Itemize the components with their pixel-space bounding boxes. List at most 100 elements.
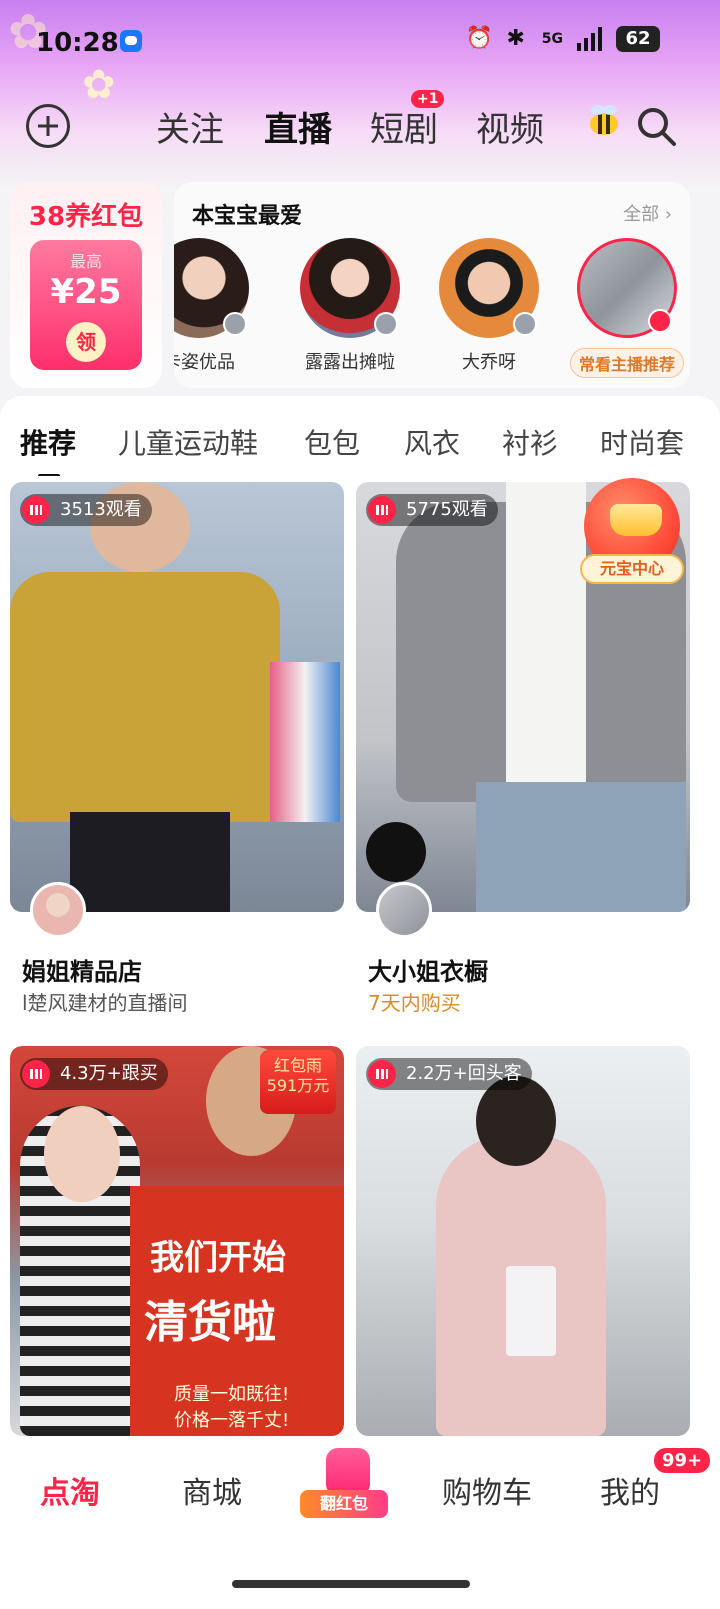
live-card[interactable]: 我们开始 清货啦 质量一如既往! 价格一落千丈! 红包雨 591万元 4.3万+… bbox=[10, 1046, 344, 1436]
category-tab[interactable]: 风衣 bbox=[404, 422, 460, 462]
thumbnail-bag bbox=[506, 1266, 556, 1356]
promo-claim-button[interactable]: 领 bbox=[66, 322, 106, 362]
viewer-count: 4.3万+跟买 bbox=[60, 1063, 158, 1084]
red-packet-amount: 591万元 bbox=[266, 1076, 330, 1095]
tab-live[interactable]: 直播 bbox=[264, 102, 332, 151]
status-bar: 10:28 ⏰ ✱ 5G 62 bbox=[0, 0, 720, 80]
favorite-streamer[interactable]: 露露出摊啦 bbox=[285, 238, 415, 378]
ingot-shape bbox=[610, 504, 662, 536]
category-tab[interactable]: 衬衫 bbox=[502, 422, 558, 462]
thumbnail-figure bbox=[44, 1106, 120, 1202]
thumbnail-clothes-rack bbox=[270, 662, 340, 822]
favorite-streamer[interactable]: 大乔呀 bbox=[424, 238, 554, 378]
flip-red-packet-button[interactable]: 翻红包 bbox=[300, 1442, 388, 1526]
category-active-indicator bbox=[38, 474, 60, 476]
replay-icon bbox=[513, 312, 537, 336]
avatar bbox=[300, 238, 400, 338]
live-icon bbox=[22, 496, 50, 524]
category-tabs: 推荐 儿童运动鞋 包包 风衣 衬衫 时尚套 bbox=[0, 416, 720, 476]
favorite-name: 露露出摊啦 bbox=[305, 352, 395, 373]
tab-me[interactable]: 我的 bbox=[600, 1468, 660, 1512]
live-thumbnail: 2.2万+回头客 bbox=[356, 1046, 690, 1436]
short-drama-badge: +1 bbox=[411, 90, 445, 108]
network-type: 5G bbox=[541, 31, 563, 47]
card-subtitle: 7天内购买 bbox=[368, 991, 461, 1015]
status-time: 10:28 bbox=[36, 28, 119, 58]
live-thumbnail: 我们开始 清货啦 质量一如既往! 价格一落千丈! 红包雨 591万元 4.3万+… bbox=[10, 1046, 344, 1436]
live-icon bbox=[368, 1060, 396, 1088]
battery-icon: 62 bbox=[616, 26, 660, 52]
live-card[interactable]: 3513观看 娟姐精品店 l楚风建材的直播间 bbox=[10, 482, 344, 1042]
yuanbao-label: 元宝中心 bbox=[580, 554, 684, 584]
live-thumbnail: 3513观看 bbox=[10, 482, 344, 912]
favorites-title: 本宝宝最爱 bbox=[192, 204, 303, 229]
bee-icon[interactable] bbox=[584, 100, 624, 140]
tab-short-drama[interactable]: 短剧 bbox=[370, 102, 438, 151]
host-avatar[interactable] bbox=[376, 882, 432, 938]
viewer-count-badge: 5775观看 bbox=[366, 494, 498, 526]
viewer-count: 5775观看 bbox=[406, 499, 488, 520]
favorite-recommend-pill[interactable]: 常看主播推荐 bbox=[569, 348, 684, 378]
favorite-streamer-live[interactable]: 常看主播推荐 bbox=[562, 238, 690, 378]
signal-icon bbox=[577, 27, 602, 51]
status-icons: ⏰ ✱ 5G 62 bbox=[466, 26, 660, 52]
live-icon bbox=[648, 309, 672, 333]
home-indicator[interactable] bbox=[232, 1580, 470, 1588]
viewer-count-badge: 4.3万+跟买 bbox=[20, 1058, 168, 1090]
thumbnail-figure bbox=[10, 572, 280, 822]
bluetooth-icon: ✱ bbox=[506, 26, 525, 51]
favorites-all-link[interactable]: 全部 › bbox=[623, 200, 672, 226]
center-tab-label: 翻红包 bbox=[300, 1490, 388, 1518]
avatar bbox=[439, 238, 539, 338]
live-card[interactable]: 2.2万+回头客 bbox=[356, 1046, 690, 1436]
viewer-count: 3513观看 bbox=[60, 499, 142, 520]
clearance-banner: 我们开始 清货啦 质量一如既往! 价格一落千丈! bbox=[130, 1186, 344, 1436]
thumbnail-figure bbox=[70, 812, 230, 912]
promo-title: 38养红包 bbox=[28, 202, 144, 232]
thumbnail-figure bbox=[476, 782, 686, 912]
alarm-icon: ⏰ bbox=[465, 26, 494, 51]
promo-max-label: 最高 bbox=[69, 252, 102, 271]
card-subtitle: l楚风建材的直播间 bbox=[22, 991, 188, 1015]
viewer-count-badge: 3513观看 bbox=[20, 494, 152, 526]
banner-line: 价格一落千丈! bbox=[174, 1410, 290, 1431]
thumbnail-figure bbox=[506, 482, 586, 812]
avatar bbox=[577, 238, 677, 338]
tab-follow[interactable]: 关注 bbox=[156, 102, 224, 151]
favorite-name: 卡姿优品 bbox=[174, 352, 235, 373]
favorites-card: 本宝宝最爱 全部 › 卡姿优品 露露出摊啦 大乔呀 常看主播推荐 bbox=[174, 182, 690, 388]
category-tab[interactable]: 时尚套 bbox=[600, 422, 684, 462]
live-icon bbox=[22, 1060, 50, 1088]
tab-home[interactable]: 点淘 bbox=[40, 1468, 100, 1512]
host-avatar[interactable] bbox=[30, 882, 86, 938]
category-tab[interactable]: 包包 bbox=[304, 422, 360, 462]
promo-coupon: 最高 ¥25 领 bbox=[30, 240, 142, 370]
me-badge: 99+ bbox=[652, 1446, 713, 1475]
red-packet-label: 红包雨 bbox=[273, 1056, 322, 1075]
avatar bbox=[174, 238, 249, 338]
red-packet-rain-tag[interactable]: 红包雨 591万元 bbox=[260, 1050, 336, 1114]
category-tab[interactable]: 儿童运动鞋 bbox=[118, 422, 258, 462]
red-packet-promo-card[interactable]: 38养红包 最高 ¥25 领 bbox=[10, 182, 162, 388]
card-title: 大小姐衣橱 bbox=[368, 958, 488, 986]
search-icon[interactable] bbox=[634, 104, 678, 148]
app-notification-icon bbox=[120, 30, 142, 52]
banner-line: 质量一如既往! bbox=[174, 1384, 290, 1405]
tab-video[interactable]: 视频 bbox=[476, 102, 544, 151]
tab-cart[interactable]: 购物车 bbox=[442, 1468, 532, 1512]
replay-icon bbox=[374, 312, 398, 336]
add-icon[interactable] bbox=[26, 104, 70, 148]
viewer-count: 2.2万+回头客 bbox=[406, 1063, 522, 1084]
promo-amount: ¥25 bbox=[50, 272, 122, 312]
viewer-count-badge: 2.2万+回头客 bbox=[366, 1058, 532, 1090]
category-tab-recommend[interactable]: 推荐 bbox=[20, 422, 76, 462]
replay-icon bbox=[223, 312, 247, 336]
favorite-streamer[interactable]: 卡姿优品 bbox=[174, 238, 264, 378]
banner-line: 清货啦 bbox=[144, 1297, 276, 1348]
banner-line: 我们开始 bbox=[150, 1238, 286, 1278]
yuanbao-center-button[interactable]: 元宝中心 bbox=[580, 478, 684, 586]
tab-mall[interactable]: 商城 bbox=[182, 1468, 242, 1512]
card-title: 娟姐精品店 bbox=[22, 958, 142, 986]
favorite-name: 大乔呀 bbox=[462, 352, 516, 373]
red-packet-mascot-icon bbox=[326, 1448, 370, 1496]
